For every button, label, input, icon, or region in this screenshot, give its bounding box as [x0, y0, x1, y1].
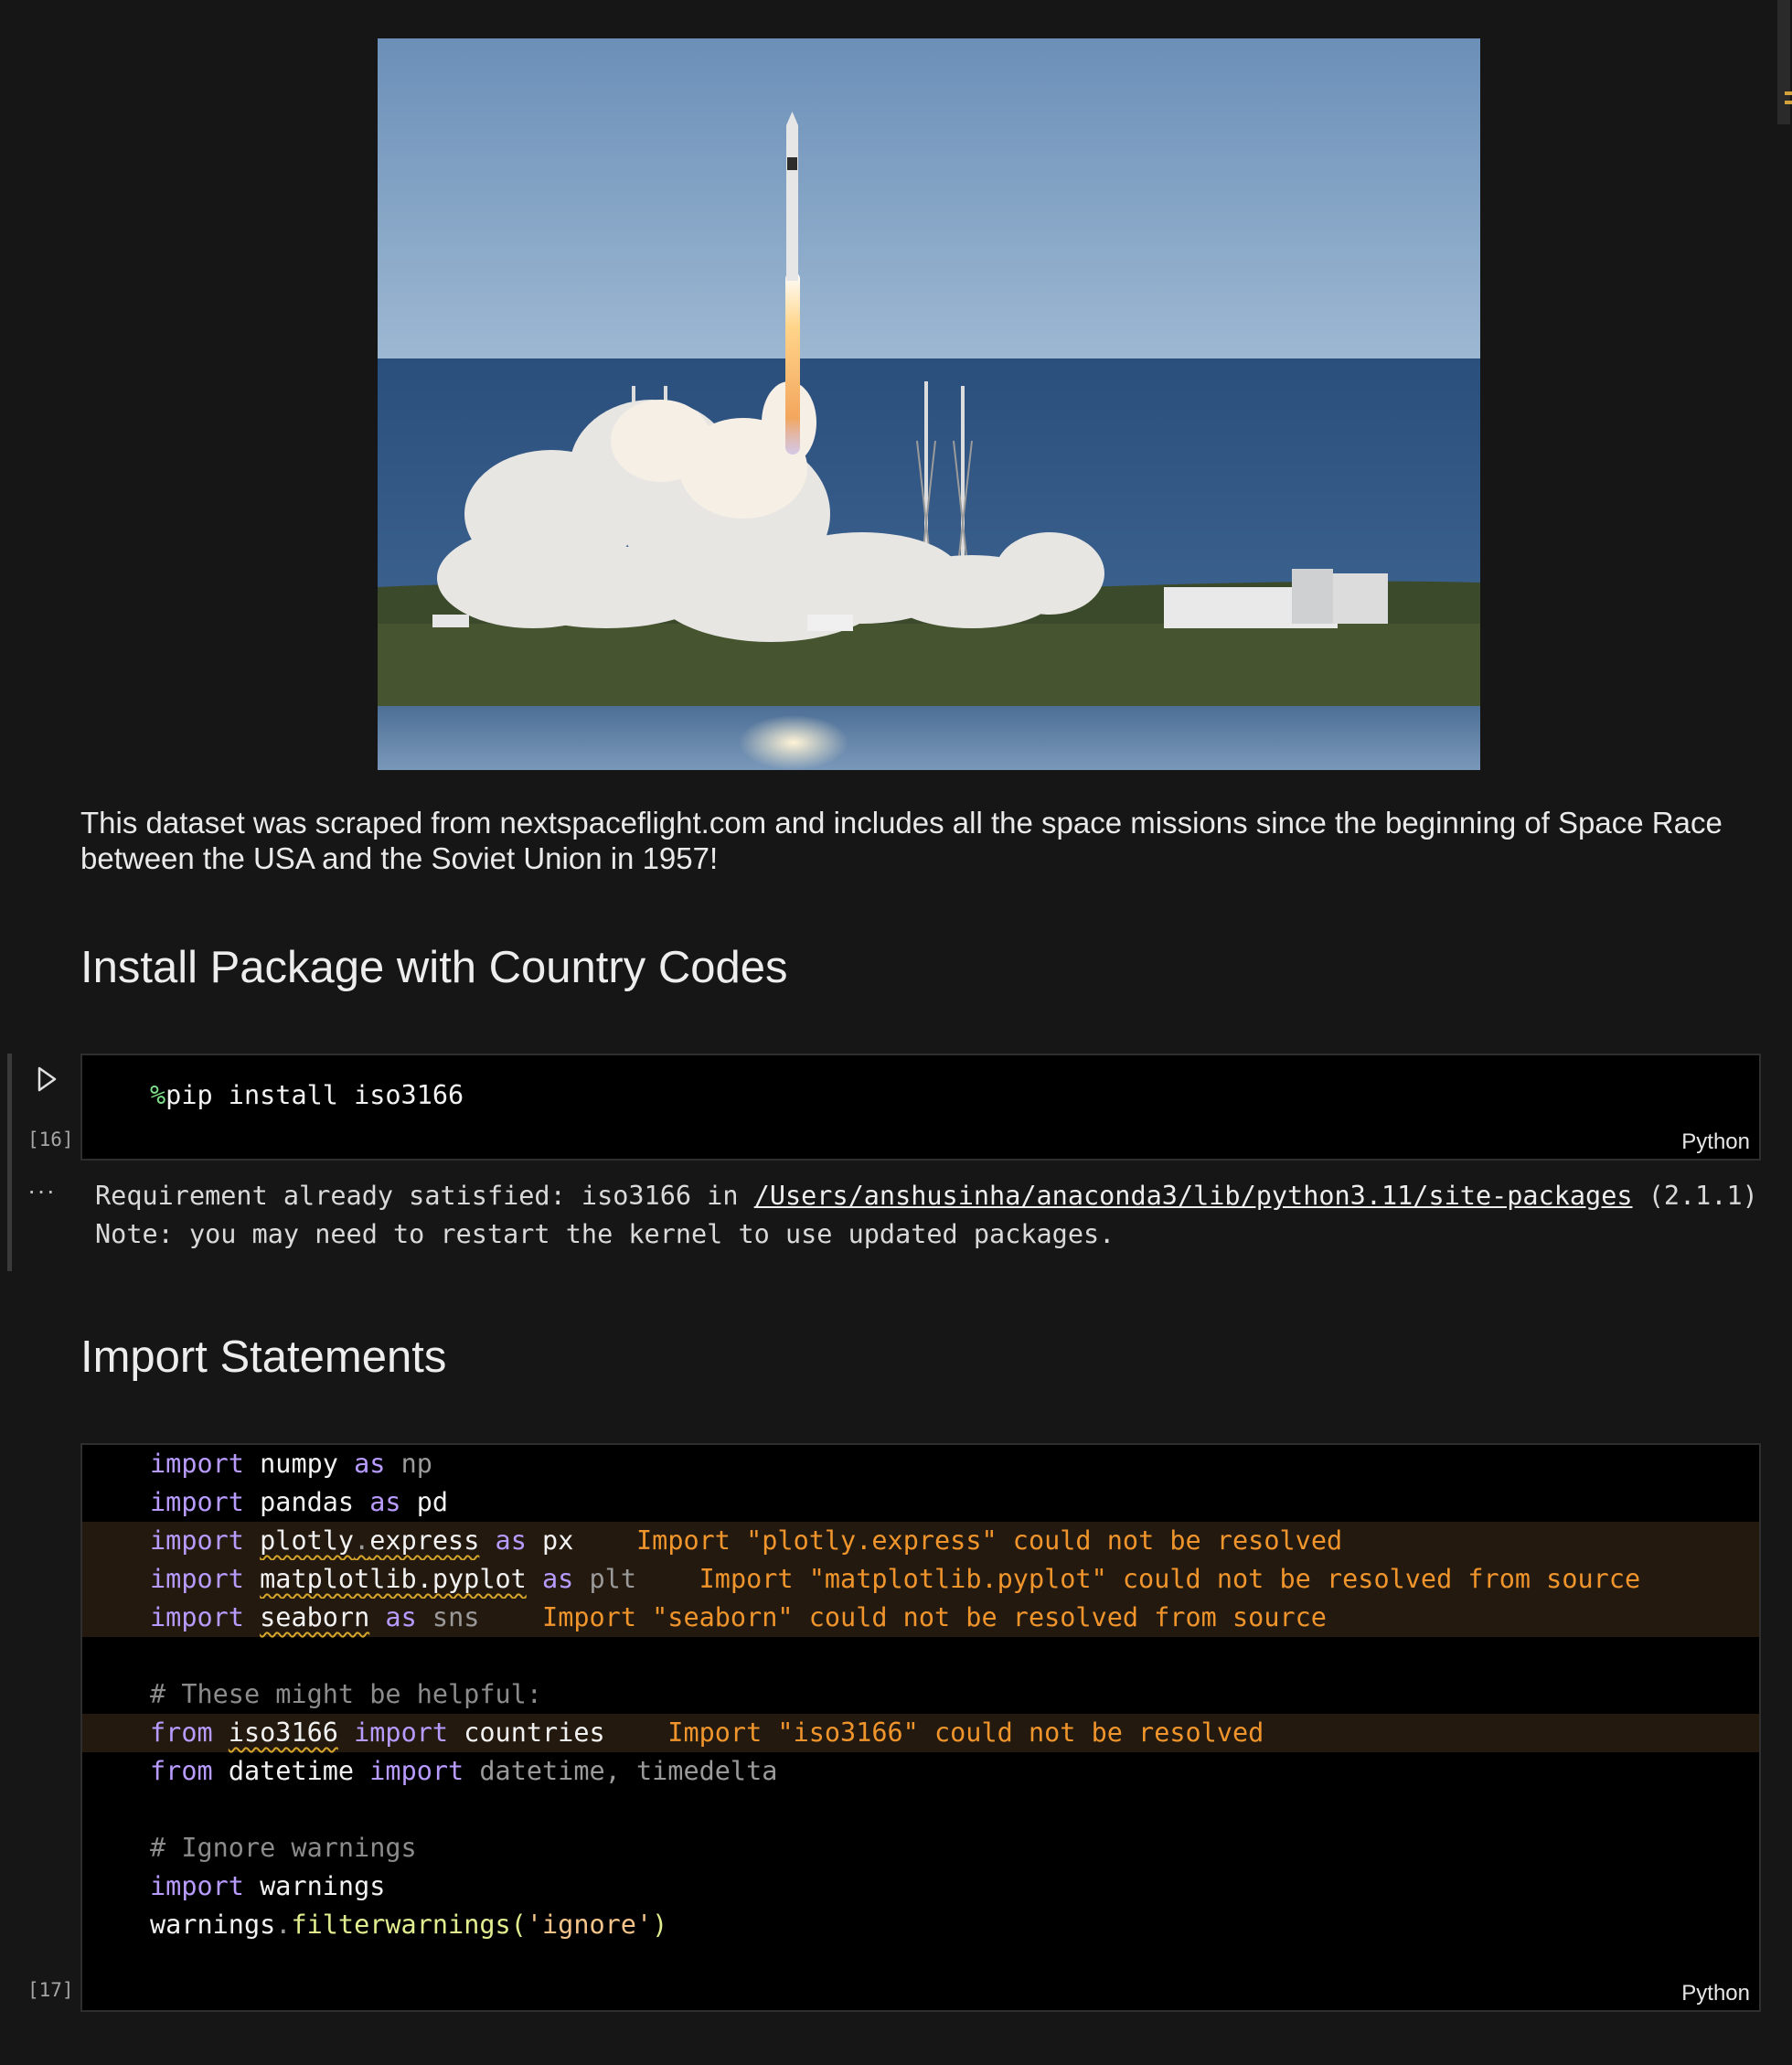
module-name: express — [369, 1525, 480, 1556]
code-line: %pip install iso3166 — [82, 1076, 1759, 1115]
unresolved-module[interactable]: seaborn — [260, 1602, 369, 1632]
inline-warning: Import "plotly.express" could not be res… — [636, 1525, 1343, 1556]
cell-language-label[interactable]: Python — [1681, 1981, 1750, 2006]
imported-names: datetime, timedelta — [479, 1756, 778, 1786]
cell-focus-indicator — [7, 1054, 12, 1271]
code-line: # Ignore warnings — [82, 1829, 1759, 1867]
code-line: import warnings — [82, 1867, 1759, 1906]
code-line: import pandas as pd — [82, 1483, 1759, 1522]
code-line-warning: import plotly.express as px Import "plot… — [82, 1522, 1759, 1560]
scrollbar-warning-marker — [1785, 101, 1792, 104]
code-line: warnings.filterwarnings('ignore') — [82, 1906, 1759, 1944]
module-name: datetime — [228, 1756, 355, 1786]
keyword: import — [150, 1449, 244, 1479]
keyword: import — [150, 1871, 244, 1901]
alias: px — [542, 1525, 574, 1556]
scrollbar-warning-marker — [1785, 91, 1792, 95]
unresolved-module[interactable]: plotly.express — [260, 1525, 479, 1556]
module-name: warnings — [260, 1871, 386, 1901]
string-literal: 'ignore' — [526, 1910, 653, 1940]
output-line-1-prefix: Requirement already satisfied: iso3166 i… — [95, 1181, 754, 1211]
alias: np — [400, 1449, 432, 1479]
keyword: import — [150, 1564, 244, 1594]
code-line-warning: from iso3166 import countries Import "is… — [82, 1714, 1759, 1752]
keyword: import — [150, 1525, 244, 1556]
paren: ) — [652, 1910, 668, 1940]
code-line: # These might be helpful: — [82, 1675, 1759, 1714]
pip-command: pip install iso3166 — [165, 1080, 464, 1110]
magic-symbol: % — [150, 1080, 166, 1110]
keyword: as — [385, 1602, 417, 1632]
output-more-actions[interactable]: ··· — [27, 1176, 56, 1205]
keyword: import — [354, 1717, 449, 1748]
code-line-warning: import seaborn as sns Import "seaborn" c… — [82, 1599, 1759, 1637]
keyword: as — [542, 1564, 574, 1594]
alias: pd — [416, 1487, 449, 1517]
site-packages-link[interactable]: /Users/anshusinha/anaconda3/lib/python3.… — [754, 1181, 1633, 1211]
execution-count: [17] — [27, 1979, 74, 2001]
play-icon — [37, 1066, 57, 1092]
module-name: pandas — [260, 1487, 355, 1517]
scrollbar-thumb[interactable] — [1777, 0, 1790, 124]
vertical-scrollbar[interactable] — [1776, 0, 1792, 2065]
code-cell-imports[interactable]: import numpy as np import pandas as pd i… — [80, 1443, 1761, 2012]
module-name: numpy — [260, 1449, 338, 1479]
object-name: warnings — [150, 1910, 276, 1940]
unresolved-module[interactable]: iso3166 — [229, 1717, 338, 1748]
paren: ( — [510, 1910, 527, 1940]
output-line-2: Note: you may need to restart the kernel… — [95, 1219, 1115, 1249]
alias: plt — [589, 1564, 636, 1594]
dot: . — [354, 1525, 370, 1556]
keyword: as — [495, 1525, 527, 1556]
run-cell-button[interactable] — [33, 1064, 60, 1095]
keyword: as — [354, 1449, 386, 1479]
intro-paragraph: This dataset was scraped from nextspacef… — [80, 806, 1723, 875]
function-name: filterwarnings — [291, 1910, 511, 1940]
heading-install-package: Install Package with Country Codes — [80, 943, 788, 992]
cell-output: Requirement already satisfied: iso3166 i… — [95, 1177, 1758, 1254]
keyword: from — [150, 1756, 213, 1786]
keyword: import — [150, 1602, 244, 1632]
keyword: import — [369, 1756, 464, 1786]
module-name: plotly — [260, 1525, 355, 1556]
keyword: from — [150, 1717, 213, 1748]
rocket-launch-image — [378, 38, 1480, 770]
code-line-warning: import matplotlib.pyplot as plt Import "… — [82, 1560, 1759, 1599]
cell-language-label[interactable]: Python — [1681, 1129, 1750, 1155]
output-line-1-suffix: (2.1.1) — [1632, 1181, 1758, 1211]
code-comment: # These might be helpful: — [150, 1679, 542, 1709]
inline-warning: Import "matplotlib.pyplot" could not be … — [699, 1564, 1641, 1594]
heading-import-statements: Import Statements — [80, 1332, 447, 1382]
code-cell-pip-install[interactable]: %pip install iso3166 Python — [80, 1054, 1761, 1161]
dot: . — [275, 1910, 292, 1940]
code-line: from datetime import datetime, timedelta — [82, 1752, 1759, 1791]
keyword: as — [369, 1487, 401, 1517]
rocket-launch-picture — [378, 38, 1480, 770]
execution-count: [16] — [27, 1129, 74, 1150]
alias: sns — [432, 1602, 480, 1632]
inline-warning: Import "iso3166" could not be resolved — [667, 1717, 1264, 1748]
unresolved-module[interactable]: matplotlib.pyplot — [260, 1564, 527, 1594]
keyword: import — [150, 1487, 244, 1517]
code-line: import numpy as np — [82, 1445, 1759, 1483]
inline-warning: Import "seaborn" could not be resolved f… — [542, 1602, 1327, 1632]
imported-name: countries — [464, 1717, 605, 1748]
code-comment: # Ignore warnings — [150, 1833, 417, 1863]
